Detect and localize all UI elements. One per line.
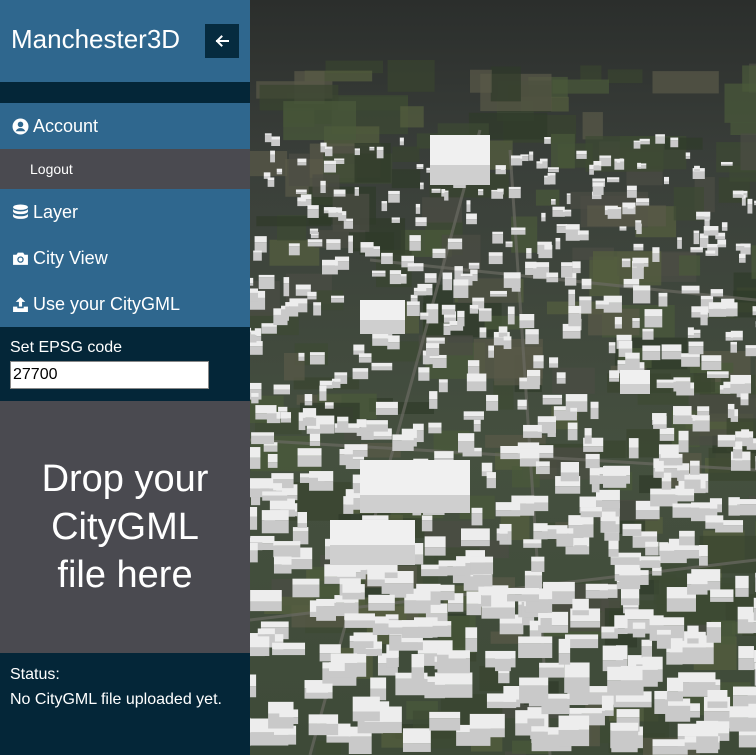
app-title: Manchester3D: [11, 24, 181, 54]
menu-item-layer[interactable]: Layer: [0, 189, 250, 235]
status-label: Status:: [10, 666, 60, 683]
menu-item-label: Account: [33, 115, 99, 136]
database-icon: [10, 203, 30, 221]
status-panel: Status: No CityGML file uploaded yet.: [0, 653, 250, 754]
menu-item-use-citygml[interactable]: Use your CityGML: [0, 281, 250, 327]
upload-icon: [10, 295, 30, 313]
sidebar-header: Manchester3D: [0, 0, 250, 82]
collapse-sidebar-button[interactable]: [205, 24, 239, 58]
menu-item-label: Use your CityGML: [33, 293, 181, 314]
menu-item-label: City View: [33, 247, 108, 268]
user-circle-icon: [10, 117, 30, 135]
camera-icon: [10, 249, 30, 267]
3d-city-map[interactable]: [250, 0, 756, 755]
sidebar: Manchester3D Account Logout Layer City V…: [0, 0, 250, 755]
epsg-input[interactable]: [10, 361, 209, 389]
arrow-left-icon: [215, 35, 229, 47]
epsg-label: Set EPSG code: [10, 339, 123, 356]
status-text: No CityGML file uploaded yet.: [10, 691, 222, 708]
menu-item-city-view[interactable]: City View: [0, 235, 250, 281]
epsg-section: Set EPSG code: [0, 327, 250, 401]
menu-item-label: Layer: [33, 201, 79, 222]
map-canvas[interactable]: [250, 0, 756, 755]
dropzone-text: Drop your CityGML file here: [41, 458, 209, 596]
citygml-dropzone[interactable]: Drop your CityGML file here: [0, 401, 250, 653]
logout-link[interactable]: Logout: [0, 149, 250, 189]
logout-label: Logout: [30, 161, 73, 177]
menu-item-account[interactable]: Account: [0, 103, 250, 149]
